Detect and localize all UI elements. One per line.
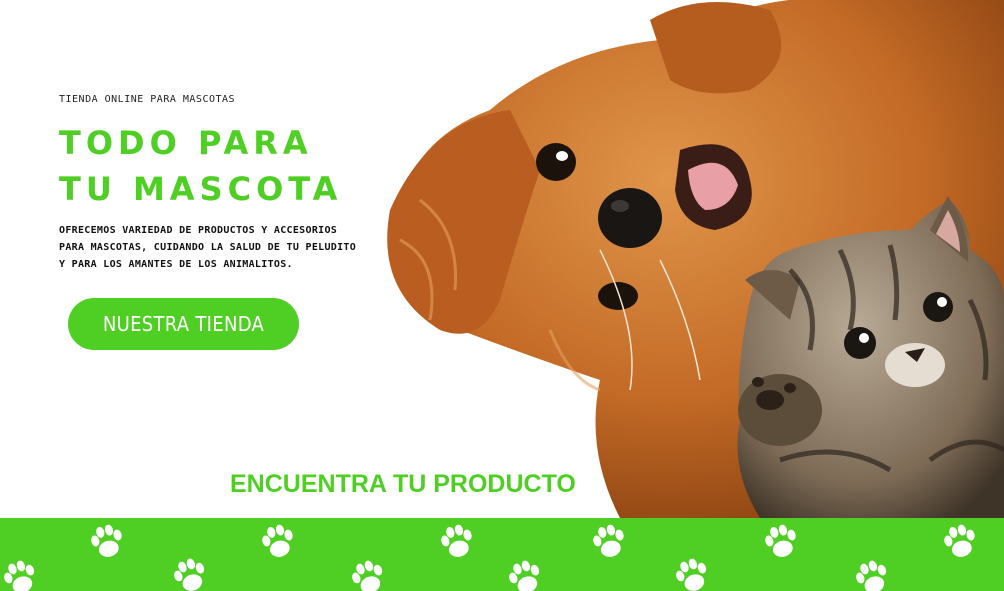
paw-print-icon — [259, 521, 298, 561]
paw-print-icon — [505, 557, 546, 591]
headline-line-2: TU MASCOTA — [59, 170, 343, 208]
paw-print-icon — [438, 521, 477, 561]
paw-print-icon — [762, 521, 801, 561]
paw-pattern-band — [0, 518, 1004, 591]
headline-line-1: TODO PARA — [59, 124, 313, 162]
hero-eyebrow: TIENDA ONLINE PARA MASCOTAS — [59, 94, 236, 105]
shop-button[interactable]: NUESTRA TIENDA — [68, 298, 299, 350]
hero-description: OFRECEMOS VARIEDAD DE PRODUCTOS Y ACCESO… — [59, 225, 357, 270]
paw-print-icon — [88, 521, 127, 561]
paw-print-icon — [170, 555, 211, 591]
paw-print-icon — [941, 521, 980, 561]
hero-headline: TODO PARA TU MASCOTA — [59, 120, 342, 212]
paw-print-icon — [590, 521, 629, 561]
paw-print-icon — [672, 555, 713, 591]
section-title: ENCUENTRA TU PRODUCTO — [230, 470, 576, 498]
hero-pets-image — [387, 0, 1004, 518]
paw-print-icon — [348, 557, 389, 591]
paw-print-icon — [852, 557, 893, 591]
paw-print-icon — [0, 557, 41, 591]
